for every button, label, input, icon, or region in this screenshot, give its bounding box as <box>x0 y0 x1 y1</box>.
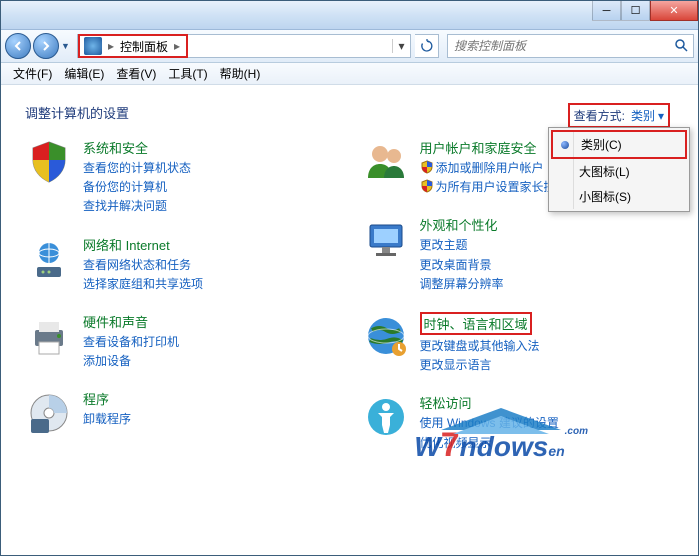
category-title[interactable]: 时钟、语言和区域 <box>420 312 532 335</box>
category-item: 程序卸载程序 <box>25 389 338 437</box>
appearance-icon <box>362 215 410 263</box>
category-link[interactable]: 查找并解决问题 <box>83 197 338 216</box>
shield-color-icon <box>25 138 73 186</box>
maximize-button[interactable]: ☐ <box>621 1 650 21</box>
view-by-dropdown[interactable]: 类别 ▾ <box>631 107 664 124</box>
category-link[interactable]: 添加设备 <box>83 352 338 371</box>
search-box[interactable] <box>447 34 694 58</box>
chevron-down-icon: ▾ <box>658 109 664 123</box>
view-by: 查看方式: 类别 ▾ <box>568 103 670 128</box>
nav-arrows: ▼ <box>5 33 73 59</box>
view-by-value: 类别 <box>631 107 655 124</box>
menu-view[interactable]: 查看(V) <box>110 65 162 82</box>
category-link[interactable]: 更改主题 <box>420 236 675 255</box>
control-panel-window: ─ ☐ ✕ ▼ ▸ 控制面板 ▸ ▾ <box>0 0 699 556</box>
menu-item-small-icons[interactable]: 小图标(S) <box>551 184 687 209</box>
category-item: 外观和个性化更改主题更改桌面背景调整屏幕分辨率 <box>362 215 675 294</box>
category-title[interactable]: 程序 <box>83 389 338 408</box>
menu-item-label: 大图标(L) <box>579 165 630 179</box>
users-icon <box>362 138 410 186</box>
category-link[interactable]: 使用 Windows 建议的设置 <box>420 414 675 433</box>
forward-button[interactable] <box>33 33 59 59</box>
address-dropdown[interactable]: ▾ <box>392 39 410 53</box>
ease-icon <box>362 393 410 441</box>
category-link[interactable]: 更改显示语言 <box>420 356 675 375</box>
category-body: 轻松访问使用 Windows 建议的设置优化视频显示 <box>420 393 675 452</box>
category-title[interactable]: 外观和个性化 <box>420 215 675 234</box>
menu-help[interactable]: 帮助(H) <box>214 65 267 82</box>
content: 调整计算机的设置 查看方式: 类别 ▾ 类别(C) 大图标(L) 小图标(S) … <box>1 85 698 555</box>
category-link[interactable]: 更改桌面背景 <box>420 256 675 275</box>
category-body: 系统和安全查看您的计算机状态备份您的计算机查找并解决问题 <box>83 138 338 217</box>
category-title[interactable]: 网络和 Internet <box>83 235 338 254</box>
category-link[interactable]: 调整屏幕分辨率 <box>420 275 675 294</box>
navbar: ▼ ▸ 控制面板 ▸ ▾ <box>1 30 698 63</box>
category-link[interactable]: 更改键盘或其他输入法 <box>420 337 675 356</box>
category-link[interactable]: 卸载程序 <box>83 410 338 429</box>
left-column: 系统和安全查看您的计算机状态备份您的计算机查找并解决问题网络和 Internet… <box>25 138 338 453</box>
control-panel-icon <box>84 37 102 55</box>
titlebar[interactable]: ─ ☐ ✕ <box>1 1 698 30</box>
arrow-left-icon <box>12 40 24 52</box>
menu-item-category[interactable]: 类别(C) <box>551 130 687 159</box>
refresh-button[interactable] <box>415 34 439 58</box>
shield-icon <box>420 179 434 193</box>
refresh-icon <box>420 39 434 53</box>
disc-icon <box>25 389 73 437</box>
category-link[interactable]: 查看设备和打印机 <box>83 333 338 352</box>
category-item: 时钟、语言和区域更改键盘或其他输入法更改显示语言 <box>362 312 675 375</box>
network-icon <box>25 235 73 283</box>
category-link[interactable]: 选择家庭组和共享选项 <box>83 275 338 294</box>
category-title[interactable]: 系统和安全 <box>83 138 338 157</box>
back-button[interactable] <box>5 33 31 59</box>
category-body: 外观和个性化更改主题更改桌面背景调整屏幕分辨率 <box>420 215 675 294</box>
view-by-label: 查看方式: <box>574 107 625 124</box>
menu-file[interactable]: 文件(F) <box>7 65 58 82</box>
category-link[interactable]: 查看您的计算机状态 <box>83 159 338 178</box>
address-bar[interactable]: ▸ 控制面板 ▸ ▾ <box>77 34 411 58</box>
breadcrumb-highlight: ▸ 控制面板 ▸ <box>78 34 188 58</box>
category-link[interactable]: 查看网络状态和任务 <box>83 256 338 275</box>
window-controls: ─ ☐ ✕ <box>592 1 698 21</box>
menu-edit[interactable]: 编辑(E) <box>58 65 110 82</box>
category-item: 系统和安全查看您的计算机状态备份您的计算机查找并解决问题 <box>25 138 338 217</box>
printer-icon <box>25 312 73 360</box>
search-icon[interactable] <box>669 38 693 55</box>
close-button[interactable]: ✕ <box>650 1 698 21</box>
category-title[interactable]: 硬件和声音 <box>83 312 338 331</box>
minimize-button[interactable]: ─ <box>592 1 621 21</box>
globe-icon <box>362 312 410 360</box>
category-title[interactable]: 轻松访问 <box>420 393 675 412</box>
category-body: 硬件和声音查看设备和打印机添加设备 <box>83 312 338 371</box>
menu-tools[interactable]: 工具(T) <box>162 65 213 82</box>
category-item: 轻松访问使用 Windows 建议的设置优化视频显示 <box>362 393 675 452</box>
category-body: 程序卸载程序 <box>83 389 338 437</box>
chevron-right-icon: ▸ <box>104 39 118 53</box>
shield-icon <box>420 160 434 174</box>
menu-item-large-icons[interactable]: 大图标(L) <box>551 159 687 184</box>
category-body: 网络和 Internet 查看网络状态和任务选择家庭组和共享选项 <box>83 235 338 294</box>
category-item: 网络和 Internet 查看网络状态和任务选择家庭组和共享选项 <box>25 235 338 294</box>
breadcrumb-label[interactable]: 控制面板 <box>118 38 170 55</box>
view-by-menu: 类别(C) 大图标(L) 小图标(S) <box>548 127 690 212</box>
menubar: 文件(F) 编辑(E) 查看(V) 工具(T) 帮助(H) <box>1 63 698 85</box>
category-item: 硬件和声音查看设备和打印机添加设备 <box>25 312 338 371</box>
history-dropdown[interactable]: ▼ <box>61 41 73 51</box>
menu-item-label: 类别(C) <box>581 138 622 152</box>
arrow-right-icon <box>40 40 52 52</box>
radio-selected-icon <box>561 141 569 149</box>
category-link[interactable]: 优化视频显示 <box>420 434 675 453</box>
category-body: 时钟、语言和区域更改键盘或其他输入法更改显示语言 <box>420 312 675 375</box>
category-link[interactable]: 备份您的计算机 <box>83 178 338 197</box>
chevron-right-icon[interactable]: ▸ <box>170 39 184 53</box>
search-input[interactable] <box>448 39 669 53</box>
menu-item-label: 小图标(S) <box>579 190 631 204</box>
